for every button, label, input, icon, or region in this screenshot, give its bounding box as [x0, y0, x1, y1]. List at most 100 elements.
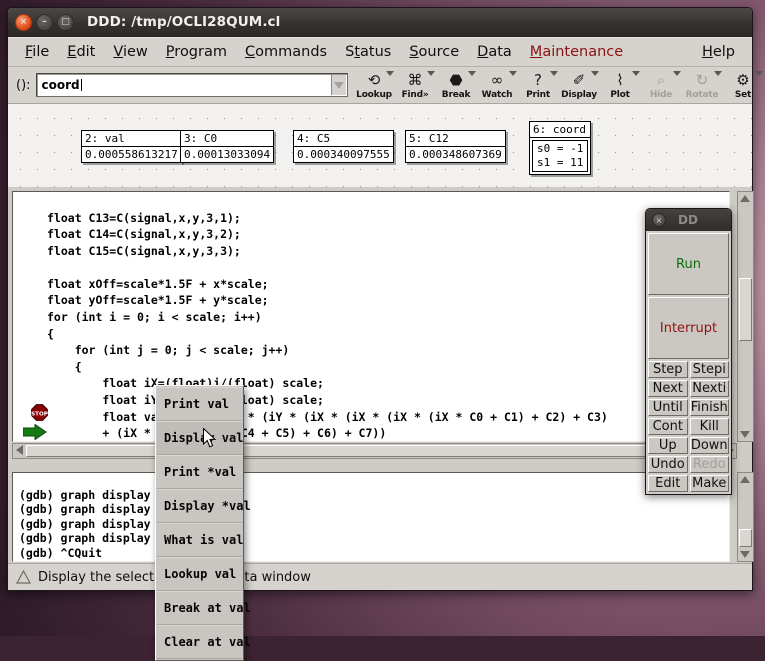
menu-view[interactable]: View	[104, 42, 156, 62]
source-scroll-left-button[interactable]	[13, 444, 25, 456]
toolbar-button-rotate[interactable]: ↻ Rotate	[682, 70, 723, 100]
toolbar-buttons: ⟲ Lookup ⌘ Find» ⬣ Break ∞ Watch? Print ✐ Display ⌇…	[354, 70, 765, 100]
finish-button[interactable]: Finish	[689, 399, 729, 416]
step-button[interactable]: Step	[648, 361, 688, 378]
dropdown-arrow-icon[interactable]	[590, 71, 599, 76]
edit-button[interactable]: Edit	[648, 475, 688, 492]
display-box-C0[interactable]: 3: C0 0.00013033094	[180, 130, 275, 163]
dropdown-arrow-icon[interactable]	[508, 71, 517, 76]
stop-sign-icon[interactable]: STOP	[31, 404, 48, 421]
dropdown-arrow-icon[interactable]	[385, 71, 394, 76]
down-button[interactable]: Down	[689, 437, 729, 454]
context-menu-item-print-val[interactable]: Print val	[157, 387, 242, 421]
gdb-console-pane[interactable]: (gdb) graph display (gdb) graph display …	[12, 472, 730, 562]
display-box-coord[interactable]: 6: coord s0 = -1 s1 = 11	[529, 121, 592, 175]
argument-field-dropdown-button[interactable]	[330, 75, 346, 95]
undo-button[interactable]: Undo	[648, 456, 688, 473]
menu-program[interactable]: Program	[157, 42, 236, 62]
display-box-value: 0.000558613217	[85, 148, 178, 161]
menu-file[interactable]: File	[16, 42, 58, 62]
toolbar-button-label: Break	[441, 90, 471, 100]
run-button[interactable]: Run	[648, 233, 729, 295]
menu-help[interactable]: Help	[693, 42, 744, 62]
window-maximize-button[interactable]: □	[57, 13, 74, 31]
toolbar-button-label: Rotate	[685, 90, 719, 100]
context-menu-item-clear-at-val[interactable]: Clear at val	[157, 625, 251, 659]
command-tool-title: DD	[678, 213, 698, 227]
dropdown-arrow-icon[interactable]	[713, 71, 722, 76]
command-row: Until Finish	[648, 399, 729, 416]
window-minimize-button[interactable]: –	[36, 13, 53, 31]
gdb-scroll-down-button[interactable]	[738, 548, 751, 561]
toolbar-button-plot[interactable]: ⌇ Plot	[600, 70, 641, 100]
toolbar-button-find[interactable]: ⌘ Find»	[395, 70, 436, 100]
toolbar-button-lookup[interactable]: ⟲ Lookup	[354, 70, 395, 100]
display-box-C12[interactable]: 5: C12 0.000348607369	[405, 130, 506, 163]
source-scroll-down-button[interactable]	[738, 428, 751, 441]
dropdown-arrow-icon[interactable]	[467, 71, 476, 76]
nexti-button[interactable]: Nexti	[689, 380, 729, 397]
text-caret	[80, 79, 82, 91]
toolbar-button-print[interactable]: ? Print	[518, 70, 559, 100]
context-menu-item-lookup-val[interactable]: Lookup val	[157, 557, 242, 591]
display-box-val[interactable]: 2: val 0.000558613217	[81, 130, 182, 163]
make-button[interactable]: Make	[689, 475, 729, 492]
gdb-scroll-thumb[interactable]	[739, 529, 752, 547]
gdb-vscrollbar[interactable]	[737, 472, 754, 562]
chevron-down-icon	[333, 81, 344, 89]
minimize-icon: –	[42, 16, 47, 27]
source-scroll-up-button[interactable]	[738, 192, 751, 205]
menu-status[interactable]: Status	[336, 42, 400, 62]
menu-bar: File Edit View Program Commands Status S…	[8, 37, 752, 67]
menu-commands[interactable]: Commands	[236, 42, 336, 62]
toolbar-button-display[interactable]: ✐ Display	[559, 70, 600, 100]
command-row-run: Run	[648, 233, 729, 295]
menu-edit[interactable]: Edit	[58, 42, 104, 62]
command-tool-close-button[interactable]: ×	[652, 213, 666, 227]
dropdown-arrow-icon[interactable]	[631, 71, 640, 76]
next-button[interactable]: Next	[648, 380, 688, 397]
window-titlebar[interactable]: × – □ DDD: /tmp/OCLI28QUM.cl	[8, 8, 752, 37]
context-menu-item-break-at-val[interactable]: Break at val	[157, 591, 251, 625]
window-close-button[interactable]: ×	[15, 13, 32, 31]
stepi-button[interactable]: Stepi	[689, 361, 729, 378]
toolbar-button-break[interactable]: ⬣ Break	[436, 70, 477, 100]
argument-field[interactable]: coord	[35, 73, 348, 97]
dropdown-arrow-icon[interactable]	[672, 71, 681, 76]
menu-source[interactable]: Source	[400, 42, 468, 62]
command-row: Cont Kill	[648, 418, 729, 435]
display-box-title: 5: C12	[406, 131, 505, 147]
source-scroll-thumb[interactable]	[739, 278, 752, 341]
svg-text:STOP: STOP	[31, 411, 48, 417]
source-vscrollbar[interactable]	[737, 191, 754, 442]
maximize-icon: □	[61, 16, 70, 27]
context-menu-item-what-is-val[interactable]: What is val	[157, 523, 243, 557]
command-tool-titlebar[interactable]: × DD	[646, 209, 731, 231]
source-code-pane[interactable]: float C13=C(signal,x,y,3,1); float C14=C…	[12, 191, 730, 442]
menu-maintenance[interactable]: Maintenance	[521, 42, 632, 62]
menu-data[interactable]: Data	[468, 42, 521, 62]
dropdown-arrow-icon[interactable]	[549, 71, 558, 76]
until-button[interactable]: Until	[648, 399, 688, 416]
data-window[interactable]: 2: val 0.000558613217 3: C0 0.00013033094 4:…	[8, 104, 752, 191]
context-menu-item-display-val[interactable]: Display *val	[157, 489, 251, 523]
context-menu[interactable]: Print val Display val Print *val Display *v…	[155, 385, 251, 661]
dropdown-arrow-icon[interactable]	[426, 71, 435, 76]
kill-button[interactable]: Kill	[689, 418, 729, 435]
display-box-C5[interactable]: 4: C5 0.000340097555	[293, 130, 394, 163]
command-row: Step Stepi	[648, 361, 729, 378]
source-hscroll-thumb[interactable]	[26, 445, 718, 457]
context-menu-item-display-val[interactable]: Display val	[157, 421, 243, 455]
interrupt-button[interactable]: Interrupt	[648, 297, 729, 359]
context-menu-item-print-val[interactable]: Print *val	[157, 455, 242, 489]
gdb-scroll-up-button[interactable]	[738, 473, 751, 486]
dropdown-arrow-icon[interactable]	[754, 71, 763, 76]
display-box-title: 4: C5	[294, 131, 393, 147]
up-button[interactable]: Up	[648, 437, 688, 454]
toolbar-button-set[interactable]: ⚙ Set	[723, 70, 764, 100]
green-arrow-icon	[23, 424, 47, 440]
cont-button[interactable]: Cont	[648, 418, 688, 435]
source-hscrollbar[interactable]	[12, 443, 737, 459]
toolbar-button-watch[interactable]: ∞ Watch	[477, 70, 518, 100]
toolbar-button-hide[interactable]: ⌕ Hide	[641, 70, 682, 100]
